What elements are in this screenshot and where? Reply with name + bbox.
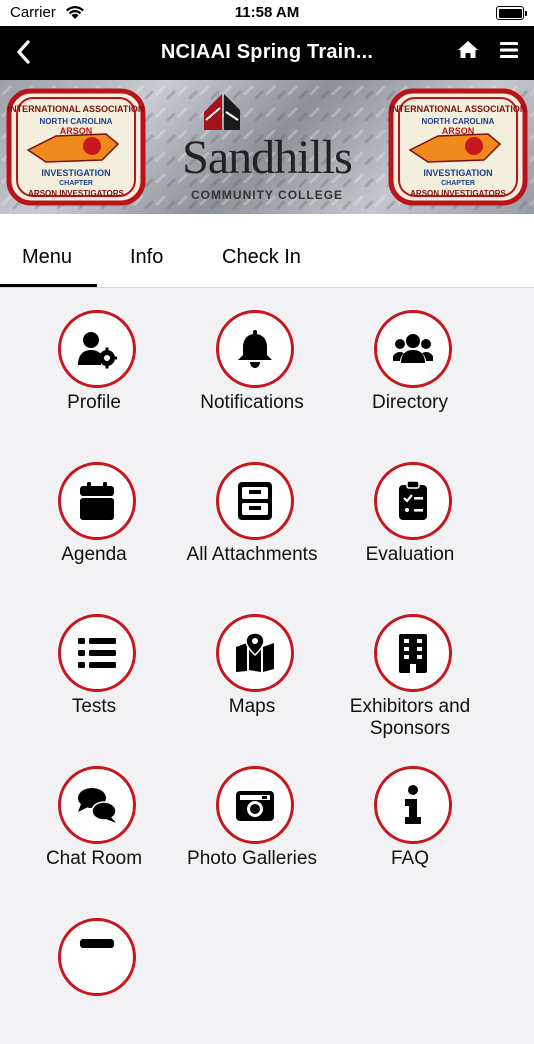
building-icon — [399, 634, 427, 673]
battery-icon — [496, 6, 527, 20]
icon-circle — [216, 614, 294, 692]
hamburger-menu-icon[interactable] — [497, 38, 521, 62]
menu-item-faq[interactable]: FAQ — [328, 744, 498, 884]
bell-icon — [238, 330, 272, 368]
map-icon — [236, 633, 274, 672]
arson-association-badge-right: INTERNATIONAL ASSOCIATION NORTH CAROLINA… — [388, 88, 528, 206]
icon-circle — [58, 310, 136, 388]
menu-item-label — [12, 1000, 176, 1044]
more-icon — [80, 939, 114, 948]
menu-item-label: Profile — [67, 392, 121, 413]
badge-bottom-text: ARSON INVESTIGATORS — [28, 189, 124, 198]
badge-investigation-text: INVESTIGATION — [423, 168, 492, 178]
badge-state-text: NORTH CAROLINA — [40, 117, 113, 126]
user-cog-icon — [78, 332, 117, 369]
menu-item-label: Directory — [371, 392, 448, 413]
menu-item-label: Exhibitors and Sponsors — [349, 696, 471, 739]
menu-item-label: Tests — [71, 696, 117, 717]
menu-item-agenda[interactable]: Agenda — [12, 440, 182, 580]
menu-item-label: Notifications — [200, 392, 304, 413]
home-icon[interactable] — [456, 38, 480, 62]
list-icon — [78, 638, 116, 668]
event-banner: INTERNATIONAL ASSOCIATION NORTH CAROLINA… — [0, 80, 534, 214]
arson-association-badge-left: INTERNATIONAL ASSOCIATION NORTH CAROLINA… — [6, 88, 146, 206]
menu-item-exhibitors-and-sponsors[interactable]: Exhibitors and Sponsors — [328, 592, 498, 739]
navigation-bar: NCIAAI Spring Train... — [0, 26, 534, 80]
menu-grid: Profile Notifications Directory Agenda A… — [0, 288, 534, 996]
badge-state-text: NORTH CAROLINA — [422, 117, 495, 126]
menu-item-evaluation[interactable]: Evaluation — [328, 440, 498, 580]
icon-circle — [58, 766, 136, 844]
sandhills-logo-mark — [204, 94, 240, 130]
badge-bottom-text: ARSON INVESTIGATORS — [410, 189, 506, 198]
badge-investigation-text: INVESTIGATION — [41, 168, 110, 178]
calendar-icon — [80, 482, 114, 520]
menu-item-chat-room[interactable]: Chat Room — [12, 744, 182, 884]
badge-chapter-text: CHAPTER — [441, 180, 475, 187]
icon-circle — [374, 310, 452, 388]
info-icon — [405, 785, 421, 824]
icon-circle — [374, 766, 452, 844]
icon-circle — [58, 918, 136, 996]
clipboard-check-icon — [399, 481, 427, 520]
college-name: Sandhills — [182, 131, 353, 184]
icon-circle — [58, 614, 136, 692]
menu-item-label: All Attachments — [186, 544, 318, 565]
icon-circle — [216, 766, 294, 844]
chat-bubbles-icon — [78, 788, 117, 823]
menu-item-directory[interactable]: Directory — [328, 288, 498, 428]
menu-item-label: Chat Room — [45, 848, 143, 869]
file-cabinet-icon — [238, 482, 272, 520]
page-title: NCIAAI Spring Train... — [160, 41, 374, 63]
tab-info[interactable]: Info — [130, 246, 163, 269]
menu-item-more[interactable] — [12, 896, 182, 1036]
menu-item-label: FAQ — [390, 848, 429, 869]
tab-check-in[interactable]: Check In — [222, 246, 301, 269]
users-icon — [393, 334, 433, 363]
menu-item-profile[interactable]: Profile — [12, 288, 182, 428]
menu-item-label: Maps — [228, 696, 276, 717]
icon-circle — [216, 310, 294, 388]
tab-bar: Menu Info Check In — [0, 214, 534, 288]
menu-item-label: Agenda — [61, 544, 127, 565]
badge-chapter-text: CHAPTER — [59, 180, 93, 187]
menu-item-maps[interactable]: Maps — [170, 592, 340, 732]
status-time: 11:58 AM — [234, 4, 300, 21]
menu-item-tests[interactable]: Tests — [12, 592, 182, 732]
status-bar: Carrier 11:58 AM — [0, 0, 534, 26]
menu-item-photo-galleries[interactable]: Photo Galleries — [170, 744, 340, 884]
menu-item-label: Evaluation — [365, 544, 455, 565]
tab-menu[interactable]: Menu — [22, 246, 72, 269]
badge-top-text: INTERNATIONAL ASSOCIATION — [8, 104, 145, 114]
icon-circle — [216, 462, 294, 540]
icon-circle — [374, 614, 452, 692]
camera-icon — [236, 791, 274, 821]
icon-circle — [58, 462, 136, 540]
badge-top-text: INTERNATIONAL ASSOCIATION — [390, 104, 527, 114]
icon-circle — [374, 462, 452, 540]
menu-item-notifications[interactable]: Notifications — [170, 288, 340, 428]
menu-item-label: Photo Galleries — [187, 848, 317, 869]
menu-item-all-attachments[interactable]: All Attachments — [170, 440, 340, 580]
college-subtitle: COMMUNITY COLLEGE — [190, 188, 344, 202]
